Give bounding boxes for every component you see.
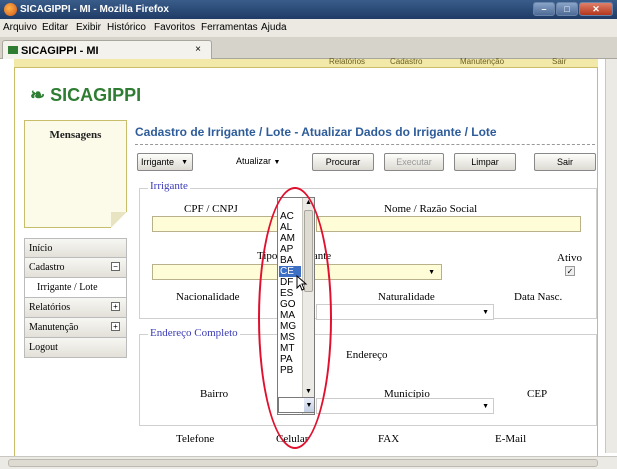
chevron-down-icon: ▼ <box>428 268 435 276</box>
chevron-down-icon: ▼ <box>482 402 489 410</box>
sidebar-item-logout[interactable]: Logout <box>24 338 127 358</box>
top-nav-relatorios[interactable]: Relatórios <box>329 57 365 66</box>
window-titlebar: SICAGIPPI - MI - Mozilla Firefox – □ ✕ <box>0 0 617 19</box>
executar-button[interactable]: Executar <box>384 153 444 171</box>
municipio-select[interactable]: ▼ <box>316 398 494 414</box>
procurar-button[interactable]: Procurar <box>312 153 374 171</box>
close-window-icon[interactable]: ✕ <box>579 2 613 16</box>
vertical-scrollbar[interactable] <box>605 59 617 453</box>
telefone-label: Telefone <box>176 433 215 445</box>
sidebar-item-label: Manutenção <box>29 322 79 333</box>
window-title: SICAGIPPI - MI - Mozilla Firefox <box>20 4 169 15</box>
email-label: E-Mail <box>495 433 527 445</box>
chevron-down-icon: ▼ <box>482 308 489 316</box>
messages-title: Mensagens <box>49 129 102 141</box>
top-nav-sair[interactable]: Sair <box>552 57 566 66</box>
menu-exibir[interactable]: Exibir <box>76 22 101 33</box>
type-select-value: Irrigante <box>141 157 175 167</box>
collapse-icon[interactable]: − <box>111 262 120 271</box>
page-fold-icon <box>111 212 127 228</box>
cpf-label: CPF / CNPJ <box>184 203 238 215</box>
naturalidade-select[interactable]: ▼ <box>316 304 494 320</box>
browser-tab[interactable]: SICAGIPPI - MI × <box>2 40 212 59</box>
type-select[interactable]: Irrigante ▼ <box>137 153 193 171</box>
menu-historico[interactable]: Histórico <box>107 22 146 33</box>
annotation-ellipse <box>258 187 332 449</box>
nome-field[interactable] <box>316 216 581 232</box>
sidebar-item-irrigante-lote[interactable]: Irrigante / Lote <box>24 278 127 298</box>
tab-close-icon[interactable]: × <box>195 44 201 55</box>
sair-button[interactable]: Sair <box>534 153 596 171</box>
window-controls: – □ ✕ <box>533 2 613 17</box>
tab-bar: SICAGIPPI - MI × <box>0 37 617 59</box>
chevron-down-icon: ▼ <box>273 159 281 166</box>
action-select-value: Atualizar <box>236 156 272 166</box>
data-nasc-label: Data Nasc. <box>514 291 563 303</box>
ativo-checkbox[interactable]: ✓ <box>565 266 575 276</box>
ativo-label: Ativo <box>557 252 583 264</box>
top-nav-cadastro[interactable]: Cadastro <box>390 57 422 66</box>
expand-icon[interactable]: + <box>111 302 120 311</box>
irrigante-legend: Irrigante <box>148 180 190 192</box>
sidebar-menu: Início Cadastro − Irrigante / Lote Relató… <box>24 238 127 358</box>
menu-favoritos[interactable]: Favoritos <box>154 22 195 33</box>
sidebar-item-relatorios[interactable]: Relatórios + <box>24 298 127 318</box>
endereco-legend: Endereço Completo <box>148 327 240 339</box>
naturalidade-label: Naturalidade <box>378 291 435 303</box>
top-nav-manutencao[interactable]: Manutenção <box>460 57 504 66</box>
site-favicon-icon <box>8 46 18 54</box>
bairro-label: Bairro <box>200 388 229 400</box>
chevron-down-icon: ▼ <box>181 159 188 166</box>
menu-ajuda[interactable]: Ajuda <box>261 22 287 33</box>
limpar-button[interactable]: Limpar <box>454 153 516 171</box>
cpf-field[interactable] <box>152 216 279 232</box>
logo-text: SICAGIPPI <box>50 85 142 105</box>
messages-panel: Mensagens <box>24 120 127 228</box>
expand-icon[interactable]: + <box>111 322 120 331</box>
leaf-logo-icon: ❧ <box>30 85 46 105</box>
menu-arquivo[interactable]: Arquivo <box>3 22 37 33</box>
horizontal-scrollbar[interactable] <box>0 456 617 469</box>
form-title: Cadastro de Irrigante / Lote - Atualizar… <box>135 125 497 139</box>
sidebar-item-label: Irrigante / Lote <box>37 282 98 293</box>
title-divider <box>135 144 595 145</box>
sidebar-item-label: Relatórios <box>29 302 71 313</box>
sidebar-item-cadastro[interactable]: Cadastro − <box>24 258 127 278</box>
sidebar-item-label: Início <box>29 243 53 254</box>
tab-label: SICAGIPPI - MI <box>21 45 99 57</box>
sidebar-item-inicio[interactable]: Início <box>24 238 127 258</box>
menu-editar[interactable]: Editar <box>42 22 68 33</box>
action-select[interactable]: Atualizar ▼ <box>236 156 280 166</box>
nacionalidade-label: Nacionalidade <box>176 291 240 303</box>
minimize-icon[interactable]: – <box>533 2 555 16</box>
top-nav: Relatórios Cadastro Manutenção Sair <box>14 57 598 68</box>
fax-label: FAX <box>378 433 400 445</box>
maximize-icon[interactable]: □ <box>556 2 578 16</box>
nome-label: Nome / Razão Social <box>384 203 478 215</box>
horizontal-scroll-thumb[interactable] <box>8 459 598 467</box>
menu-ferramentas[interactable]: Ferramentas <box>201 22 258 33</box>
cep-label: CEP <box>527 388 548 400</box>
firefox-icon <box>4 3 17 16</box>
sidebar-item-label: Logout <box>29 342 58 353</box>
sidebar-item-manutencao[interactable]: Manutenção + <box>24 318 127 338</box>
endereco-label: Endereço <box>346 349 388 361</box>
menu-bar: Arquivo Editar Exibir Histórico Favorito… <box>0 19 617 37</box>
sidebar-item-label: Cadastro <box>29 262 65 273</box>
logo: ❧ SICAGIPPI <box>30 85 141 106</box>
